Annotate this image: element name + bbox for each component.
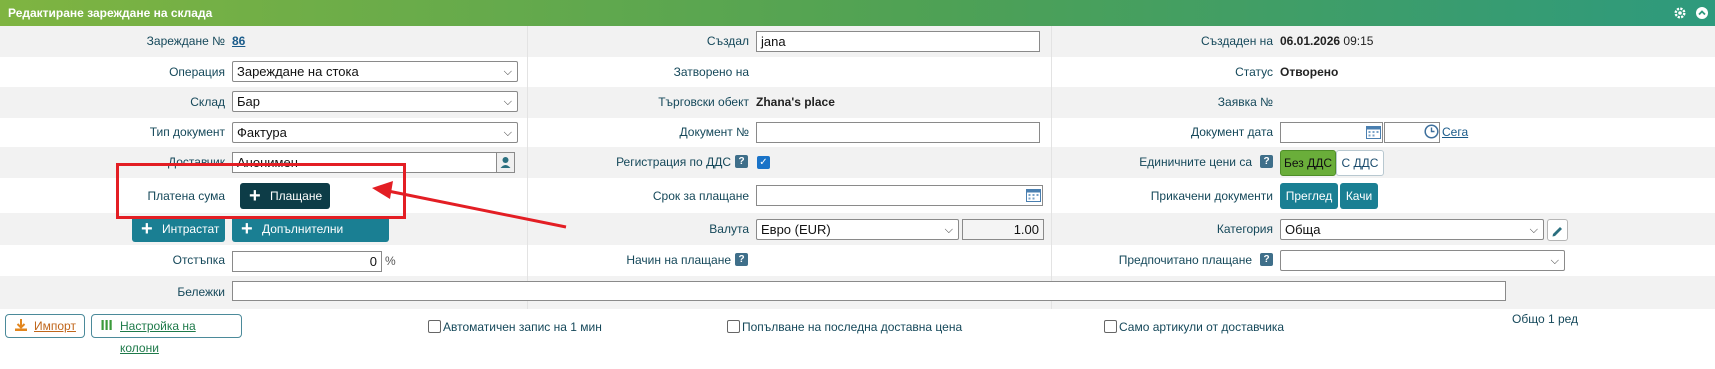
supplier-items-checkbox[interactable] [1104,320,1117,333]
column-settings-button[interactable]: Настройка на колони [91,314,242,355]
last-price-checkbox[interactable] [727,320,740,333]
last-price-label: Попълване на последна доставна цена [742,320,963,334]
column-settings-label: Настройка на колони [120,319,196,355]
download-icon [14,315,28,342]
autosave-checkbox[interactable] [428,320,441,333]
supplier-items-label: Само артикули от доставчика [1119,320,1285,334]
columns-icon [100,315,114,342]
bottom-toolbar: Импорт Настройка на колони Автоматичен з… [0,309,1715,369]
import-button[interactable]: Импорт [5,314,85,338]
rows-total: Общо 1 ред [1512,312,1579,326]
autosave-label: Автоматичен запис на 1 мин [443,320,602,334]
import-label: Импорт [34,319,76,333]
